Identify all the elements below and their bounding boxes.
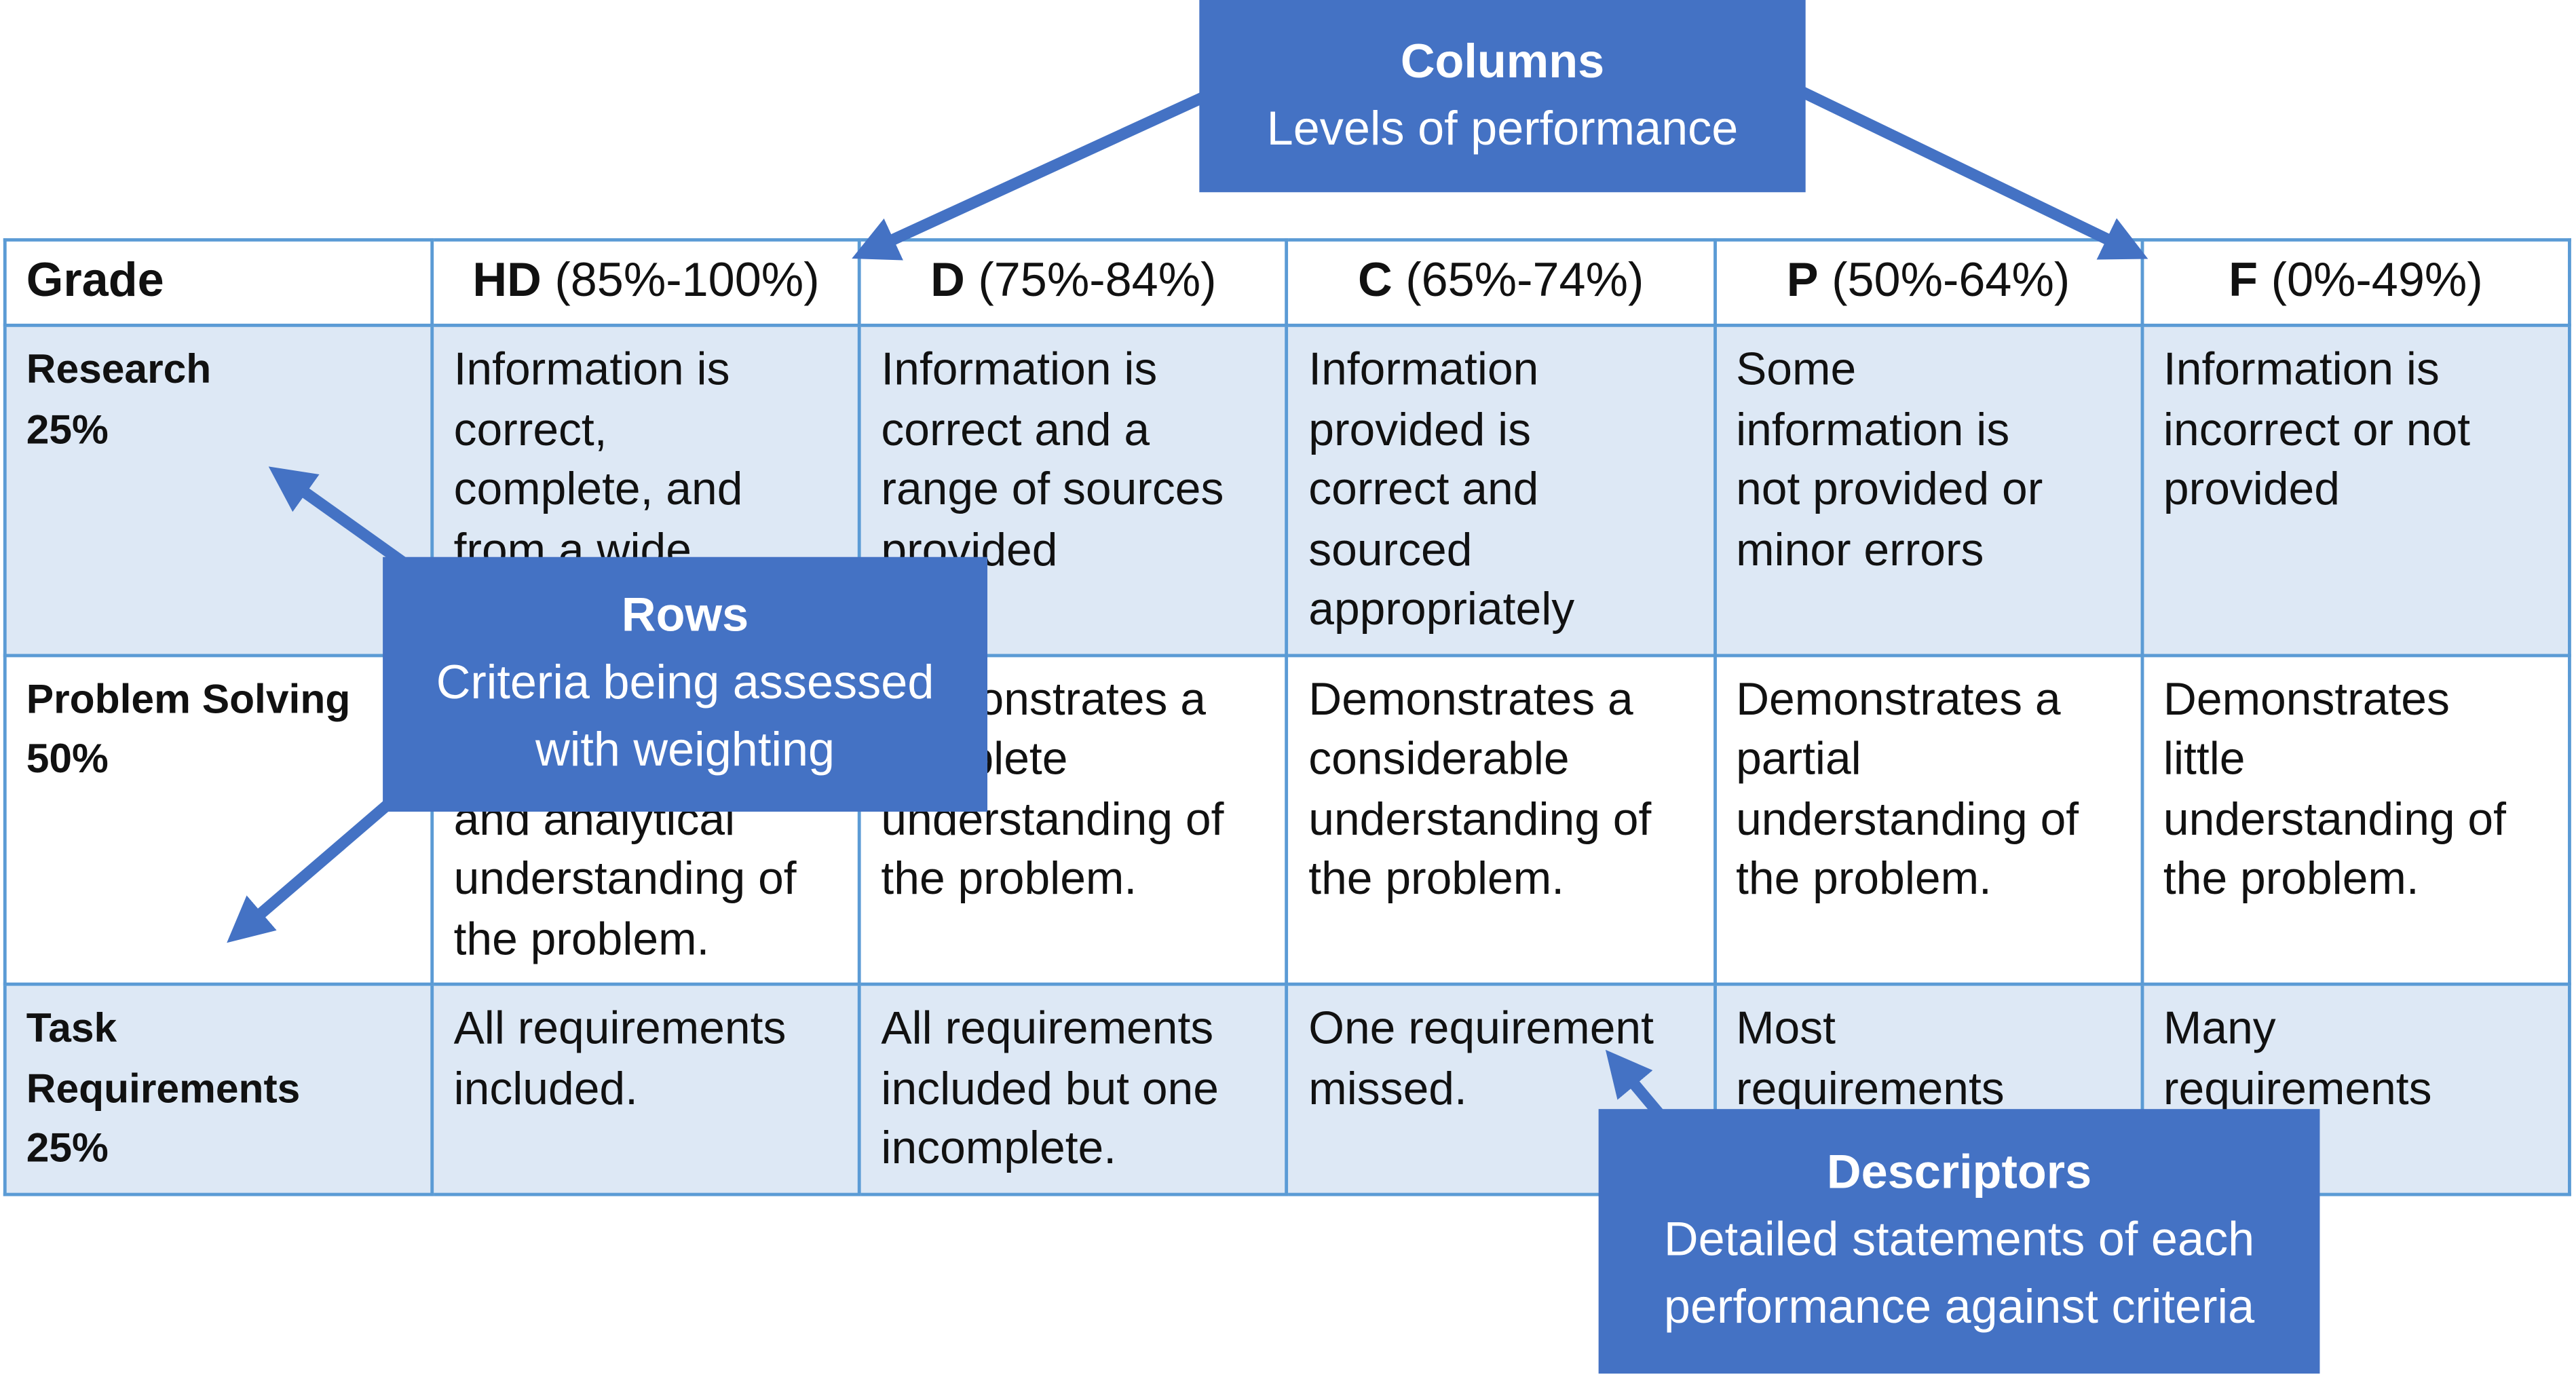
descriptors-callout: Descriptors Detailed statements of each p… [1598,1109,2320,1374]
arrow [1796,85,2148,260]
arrow [852,90,1210,261]
rows-callout: Rows Criteria being assessed with weighti… [383,557,988,812]
arrow [227,797,395,943]
rubric-diagram: Grade HD (85%-100%) D (75%-84%) C (65%-7… [0,0,2576,1377]
columns-callout: Columns Levels of performance [1199,0,1806,193]
arrow [268,466,406,567]
arrow [1605,1049,1664,1118]
